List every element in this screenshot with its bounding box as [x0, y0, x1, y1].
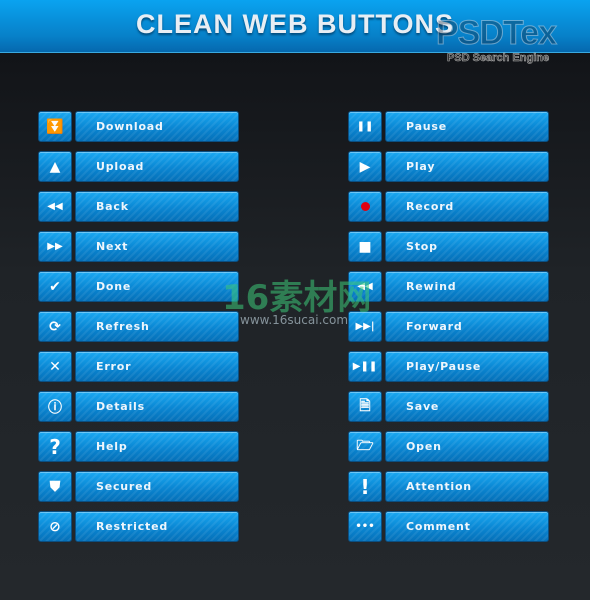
- play-button[interactable]: ▶ Play: [348, 151, 549, 182]
- back-button[interactable]: ◀◀ Back: [38, 191, 239, 222]
- play-pause-icon[interactable]: ▶❚❚: [348, 351, 382, 382]
- question-mark-icon[interactable]: ?: [38, 431, 72, 462]
- stop-button[interactable]: ■ Stop: [348, 231, 549, 262]
- upload-button[interactable]: ▲ Upload: [38, 151, 239, 182]
- details-label-area[interactable]: Details: [75, 391, 239, 422]
- stop-label-area[interactable]: Stop: [385, 231, 549, 262]
- pause-icon[interactable]: ❚❚: [348, 111, 382, 142]
- attention-button[interactable]: ! Attention: [348, 471, 549, 502]
- button-label: Restricted: [96, 520, 169, 533]
- next-button[interactable]: ▶▶ Next: [38, 231, 239, 262]
- rewind-arrows-icon[interactable]: ◀◀: [38, 191, 72, 222]
- secured-label-area[interactable]: Secured: [75, 471, 239, 502]
- stop-icon[interactable]: ■: [348, 231, 382, 262]
- button-label: Help: [96, 440, 128, 453]
- right-button-column: ❚❚ Pause ▶ Play Record ■ Stop ◀◀ Rewind ▶▶| Forwar…: [348, 111, 549, 551]
- download-label-area[interactable]: Download: [75, 111, 239, 142]
- watermark-site-url: www.16sucai.com: [240, 313, 349, 327]
- save-button[interactable]: 🗎 Save: [348, 391, 549, 422]
- button-label: Record: [406, 200, 455, 213]
- rewind-button[interactable]: ◀◀ Rewind: [348, 271, 549, 302]
- restricted-button[interactable]: ⊘ Restricted: [38, 511, 239, 542]
- record-icon[interactable]: [348, 191, 382, 222]
- button-label: Rewind: [406, 280, 457, 293]
- done-button[interactable]: ✔ Done: [38, 271, 239, 302]
- button-label: Forward: [406, 320, 463, 333]
- x-mark-icon[interactable]: ✕: [38, 351, 72, 382]
- checkmark-icon[interactable]: ✔: [38, 271, 72, 302]
- download-button[interactable]: ⏬ Download: [38, 111, 239, 142]
- play-pause-label-area[interactable]: Play/Pause: [385, 351, 549, 382]
- left-button-column: ⏬ Download ▲ Upload ◀◀ Back ▶▶ Next ✔ Done ⟳ Refres…: [38, 111, 239, 551]
- header-bar: CLEAN WEB BUTTONS PSDTex: [0, 0, 590, 53]
- triangle-up-icon[interactable]: ▲: [38, 151, 72, 182]
- button-label: Error: [96, 360, 132, 373]
- play-pause-button[interactable]: ▶❚❚ Play/Pause: [348, 351, 549, 382]
- no-entry-icon[interactable]: ⊘: [38, 511, 72, 542]
- attention-label-area[interactable]: Attention: [385, 471, 549, 502]
- comment-button[interactable]: ••• Comment: [348, 511, 549, 542]
- rewind-label-area[interactable]: Rewind: [385, 271, 549, 302]
- watermark-tagline: PSD Search Engine: [447, 52, 550, 65]
- comment-label-area[interactable]: Comment: [385, 511, 549, 542]
- record-label-area[interactable]: Record: [385, 191, 549, 222]
- play-label-area[interactable]: Play: [385, 151, 549, 182]
- double-chevron-down-icon[interactable]: ⏬: [38, 111, 72, 142]
- upload-label-area[interactable]: Upload: [75, 151, 239, 182]
- forward-button[interactable]: ▶▶| Forward: [348, 311, 549, 342]
- error-label-area[interactable]: Error: [75, 351, 239, 382]
- next-label-area[interactable]: Next: [75, 231, 239, 262]
- button-label: Stop: [406, 240, 438, 253]
- refresh-icon[interactable]: ⟳: [38, 311, 72, 342]
- button-label: Secured: [96, 480, 153, 493]
- record-dot-icon: [360, 202, 370, 211]
- done-label-area[interactable]: Done: [75, 271, 239, 302]
- fast-forward-arrows-icon[interactable]: ▶▶: [38, 231, 72, 262]
- watermark-site-cn: 16素材网: [222, 278, 372, 318]
- button-label: Back: [96, 200, 129, 213]
- open-button[interactable]: 🗁 Open: [348, 431, 549, 462]
- shield-icon[interactable]: ⛊: [38, 471, 72, 502]
- button-label: Details: [96, 400, 145, 413]
- button-label: Save: [406, 400, 440, 413]
- button-label: Open: [406, 440, 442, 453]
- save-label-area[interactable]: Save: [385, 391, 549, 422]
- pause-button[interactable]: ❚❚ Pause: [348, 111, 549, 142]
- record-button[interactable]: Record: [348, 191, 549, 222]
- open-label-area[interactable]: Open: [385, 431, 549, 462]
- folder-open-icon[interactable]: 🗁: [348, 431, 382, 462]
- forward-label-area[interactable]: Forward: [385, 311, 549, 342]
- error-button[interactable]: ✕ Error: [38, 351, 239, 382]
- secured-button[interactable]: ⛊ Secured: [38, 471, 239, 502]
- button-label: Upload: [96, 160, 145, 173]
- pause-label-area[interactable]: Pause: [385, 111, 549, 142]
- ellipsis-icon[interactable]: •••: [348, 511, 382, 542]
- button-label: Download: [96, 120, 164, 133]
- info-icon[interactable]: ⓘ: [38, 391, 72, 422]
- button-label: Play: [406, 160, 436, 173]
- button-label: Attention: [406, 480, 472, 493]
- button-label: Comment: [406, 520, 471, 533]
- restricted-label-area[interactable]: Restricted: [75, 511, 239, 542]
- button-label: Next: [96, 240, 129, 253]
- exclamation-icon[interactable]: !: [348, 471, 382, 502]
- button-label: Refresh: [96, 320, 150, 333]
- help-label-area[interactable]: Help: [75, 431, 239, 462]
- play-icon[interactable]: ▶: [348, 151, 382, 182]
- document-icon[interactable]: 🗎: [348, 391, 382, 422]
- button-label: Play/Pause: [406, 360, 482, 373]
- button-label: Pause: [406, 120, 448, 133]
- refresh-button[interactable]: ⟳ Refresh: [38, 311, 239, 342]
- help-button[interactable]: ? Help: [38, 431, 239, 462]
- back-label-area[interactable]: Back: [75, 191, 239, 222]
- watermark-logo: PSDTex: [436, 14, 558, 53]
- details-button[interactable]: ⓘ Details: [38, 391, 239, 422]
- refresh-label-area[interactable]: Refresh: [75, 311, 239, 342]
- button-label: Done: [96, 280, 132, 293]
